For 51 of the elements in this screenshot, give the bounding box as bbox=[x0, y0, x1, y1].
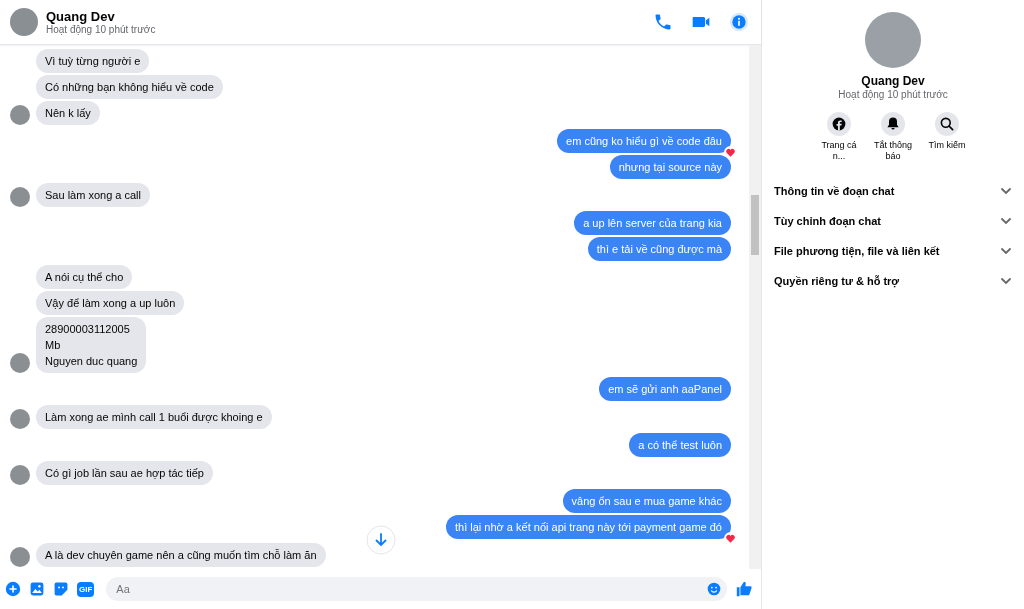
contact-status: Hoạt động 10 phút trước bbox=[46, 24, 157, 35]
action-label[interactable]: Tắt thông báo bbox=[869, 140, 917, 162]
action-label[interactable]: Trang cá n... bbox=[815, 140, 863, 162]
bell-icon[interactable] bbox=[885, 116, 901, 132]
profile-photo bbox=[865, 12, 921, 68]
avatar bbox=[10, 8, 38, 36]
contact-name: Quang Dev bbox=[46, 9, 116, 24]
message-bubble: Vậy để làm xong a up luôn bbox=[36, 291, 185, 315]
image-icon[interactable] bbox=[29, 581, 45, 597]
gif-button[interactable]: GIF bbox=[77, 581, 95, 597]
accordion-section[interactable]: Quyền riêng tư & hỗ trợ bbox=[774, 266, 1012, 296]
message-bubble: Làm xong ae mình call 1 buổi được khoing e bbox=[36, 405, 272, 429]
message-input[interactable]: Aa bbox=[106, 577, 727, 601]
sticker-icon[interactable] bbox=[53, 581, 69, 597]
search-icon[interactable] bbox=[939, 116, 955, 132]
action-label[interactable]: Tìm kiếm bbox=[928, 140, 966, 151]
message-bubble: Có gì job lần sau ae hợp tác tiếp bbox=[36, 461, 213, 485]
message-bubble: A là dev chuyên game nên a cũng muốn tìm chỗ làm ăn bbox=[36, 543, 326, 567]
avatar bbox=[10, 187, 30, 207]
message-bubble: Sau làm xong a call bbox=[36, 183, 150, 207]
avatar bbox=[10, 547, 30, 567]
message-bubble: A nói cụ thể cho bbox=[36, 265, 133, 289]
profile-name: Quang Dev bbox=[861, 74, 925, 88]
avatar bbox=[10, 353, 30, 373]
phone-icon[interactable] bbox=[653, 12, 673, 32]
emoji-icon[interactable] bbox=[707, 582, 721, 596]
message-bubble: Có những bạn không hiểu về code bbox=[36, 75, 223, 99]
profile-status: Hoạt động 10 phút trước bbox=[838, 89, 948, 100]
thumbs-up-icon[interactable] bbox=[735, 580, 753, 598]
avatar bbox=[10, 105, 30, 125]
accordion-section[interactable]: Thông tin về đoạn chat bbox=[774, 176, 1012, 206]
message-bubble: nhưng tại source này bbox=[609, 155, 731, 179]
plus-icon[interactable] bbox=[5, 581, 21, 597]
message-bubble: Nên k lấy bbox=[36, 101, 100, 125]
message-bubble: vâng ổn sau e mua game khác bbox=[562, 489, 731, 513]
message-bubble: thì lại nhờ a kết nối api trang này tới payment game đó bbox=[446, 515, 731, 539]
message-bubble: a có thể test luôn bbox=[629, 433, 731, 457]
message-bubble: 28900003112005 Mb Nguyen duc quang bbox=[36, 317, 147, 373]
avatar bbox=[10, 409, 30, 429]
info-icon[interactable] bbox=[729, 12, 749, 32]
scroll-down-button[interactable] bbox=[366, 525, 396, 555]
accordion-section[interactable]: File phương tiện, file và liên kết bbox=[774, 236, 1012, 266]
accordion-section[interactable]: Tùy chỉnh đoạn chat bbox=[774, 206, 1012, 236]
facebook-icon[interactable] bbox=[831, 116, 847, 132]
message-bubble: em sẽ gửi anh aaPanel bbox=[599, 377, 731, 401]
message-bubble: Vì tuỳ từng người e bbox=[36, 49, 150, 73]
message-bubble: a up lên server của trang kia bbox=[574, 211, 731, 235]
avatar bbox=[10, 465, 30, 485]
message-bubble: thì e tải về cũng được mà bbox=[587, 237, 731, 261]
scrollbar[interactable] bbox=[749, 45, 761, 569]
message-bubble: em cũng ko hiểu gì về code đâu bbox=[557, 129, 731, 153]
